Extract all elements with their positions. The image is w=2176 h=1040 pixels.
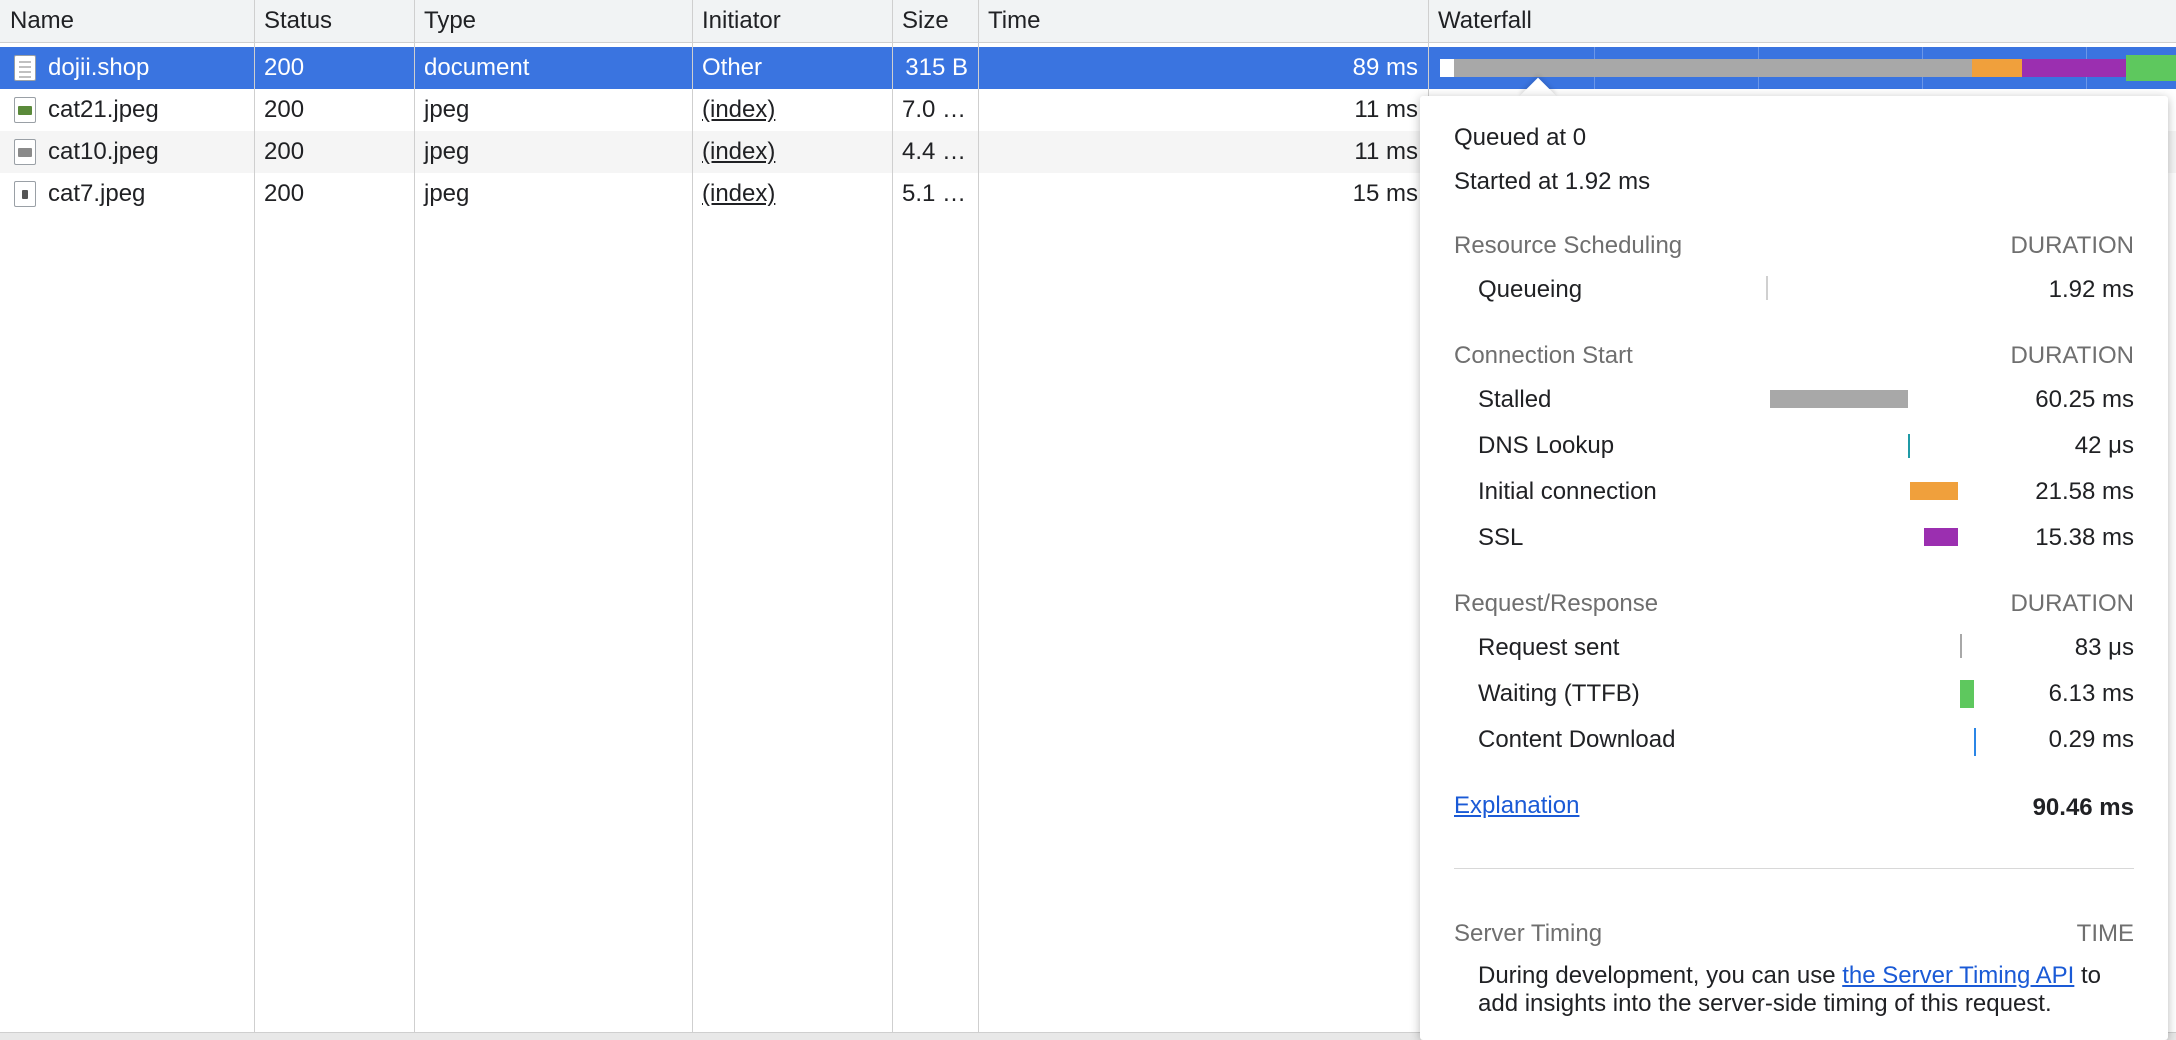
request-type: document bbox=[424, 54, 530, 81]
explanation-link[interactable]: Explanation bbox=[1454, 792, 1579, 820]
request-type: jpeg bbox=[424, 96, 470, 123]
request-status: 200 bbox=[264, 138, 305, 165]
section-divider bbox=[1454, 868, 2134, 869]
timing-label-waiting-ttfb: Waiting (TTFB) bbox=[1478, 680, 1640, 707]
request-size: 5.1 … bbox=[902, 180, 967, 207]
waterfall-queueing-bar bbox=[1440, 59, 1454, 77]
timing-label-stalled: Stalled bbox=[1478, 386, 1552, 413]
ttfb-bar bbox=[1960, 680, 1974, 708]
section-title-resource-scheduling: Resource Scheduling bbox=[1454, 232, 1683, 259]
request-type: jpeg bbox=[424, 180, 470, 207]
section-title-server-timing: Server Timing bbox=[1454, 920, 1603, 947]
column-header-name[interactable]: Name bbox=[0, 0, 74, 42]
request-sent-bar bbox=[1960, 634, 1962, 658]
timing-value-initial-connection: 21.58 ms bbox=[2035, 478, 2134, 505]
server-timing-text-line2: add insights into the server-side timing… bbox=[1478, 990, 2052, 1017]
time-header: TIME bbox=[2076, 920, 2134, 947]
column-header-type[interactable]: Type bbox=[414, 0, 476, 42]
server-timing-api-link[interactable]: the Server Timing API bbox=[1842, 962, 2074, 989]
queued-at-text: Queued at 0 bbox=[1454, 124, 1587, 151]
request-name: cat21.jpeg bbox=[48, 96, 159, 123]
request-status: 200 bbox=[264, 54, 305, 81]
request-size: 315 B bbox=[905, 54, 968, 81]
request-type: jpeg bbox=[424, 138, 470, 165]
timing-label-request-sent: Request sent bbox=[1478, 634, 1620, 661]
stalled-bar bbox=[1770, 390, 1908, 408]
request-name: cat10.jpeg bbox=[48, 138, 159, 165]
column-header-time[interactable]: Time bbox=[978, 0, 1040, 42]
column-header-size[interactable]: Size bbox=[892, 0, 949, 42]
dns-lookup-bar bbox=[1908, 434, 1910, 458]
column-header-status[interactable]: Status bbox=[254, 0, 332, 42]
waterfall-ttfb-bar bbox=[2126, 55, 2176, 81]
column-header-initiator[interactable]: Initiator bbox=[692, 0, 781, 42]
duration-header: DURATION bbox=[2010, 342, 2134, 369]
column-divider[interactable] bbox=[254, 0, 255, 1032]
timing-label-dns-lookup: DNS Lookup bbox=[1478, 432, 1615, 459]
column-divider[interactable] bbox=[692, 0, 693, 1032]
started-at-text: Started at 1.92 ms bbox=[1454, 168, 1651, 195]
timing-label-content-download: Content Download bbox=[1478, 726, 1676, 753]
total-duration: 90.46 ms bbox=[2032, 794, 2134, 821]
table-header: Name Status Type Initiator Size Time Wat… bbox=[0, 0, 2176, 43]
column-divider[interactable] bbox=[978, 0, 979, 1032]
timing-value-queueing: 1.92 ms bbox=[2048, 276, 2134, 303]
request-initiator-link[interactable]: (index) bbox=[692, 89, 892, 131]
timing-label-initial-connection: Initial connection bbox=[1478, 478, 1657, 505]
timing-value-content-download: 0.29 ms bbox=[2048, 726, 2134, 753]
request-size: 4.4 … bbox=[902, 138, 967, 165]
section-title-request-response: Request/Response bbox=[1454, 590, 1659, 617]
content-download-bar bbox=[1974, 728, 1976, 756]
request-time: 11 ms bbox=[1354, 96, 1418, 123]
timing-popover: Queued at 0 Started at 1.92 ms Resource … bbox=[1420, 96, 2168, 1040]
request-size: 7.0 … bbox=[902, 96, 967, 123]
server-timing-text: During development, you can use the Serv… bbox=[1478, 962, 2102, 989]
timing-value-ssl: 15.38 ms bbox=[2035, 524, 2134, 551]
request-initiator-link[interactable]: (index) bbox=[692, 131, 892, 173]
timing-value-stalled: 60.25 ms bbox=[2035, 386, 2134, 413]
waterfall-connection-bar bbox=[1972, 59, 2022, 77]
timing-value-request-sent: 83 μs bbox=[2074, 634, 2134, 661]
table-row[interactable]: dojii.shop 200 document Other 315 B 89 m… bbox=[0, 47, 2176, 89]
request-name: dojii.shop bbox=[48, 54, 150, 81]
column-header-waterfall[interactable]: Waterfall bbox=[1428, 0, 1532, 42]
request-initiator-link[interactable]: (index) bbox=[692, 173, 892, 215]
duration-header: DURATION bbox=[2010, 590, 2134, 617]
request-status: 200 bbox=[264, 180, 305, 207]
request-name: cat7.jpeg bbox=[48, 180, 146, 207]
duration-header: DURATION bbox=[2010, 232, 2134, 259]
initial-connection-bar bbox=[1910, 482, 1958, 500]
request-time: 89 ms bbox=[1352, 54, 1418, 81]
section-title-connection-start: Connection Start bbox=[1454, 342, 1633, 369]
timing-label-queueing: Queueing bbox=[1478, 276, 1583, 303]
timing-label-ssl: SSL bbox=[1478, 524, 1524, 551]
column-divider[interactable] bbox=[892, 0, 893, 1032]
column-divider[interactable] bbox=[414, 0, 415, 1032]
timing-value-dns-lookup: 42 μs bbox=[2074, 432, 2134, 459]
request-initiator: Other bbox=[702, 54, 763, 81]
waterfall-stalled-bar bbox=[1454, 59, 1972, 77]
request-time: 15 ms bbox=[1352, 180, 1418, 207]
request-time: 11 ms bbox=[1354, 138, 1418, 165]
queueing-bar bbox=[1766, 276, 1768, 300]
request-status: 200 bbox=[264, 96, 305, 123]
timing-value-waiting-ttfb: 6.13 ms bbox=[2048, 680, 2134, 707]
ssl-bar bbox=[1924, 528, 1958, 546]
